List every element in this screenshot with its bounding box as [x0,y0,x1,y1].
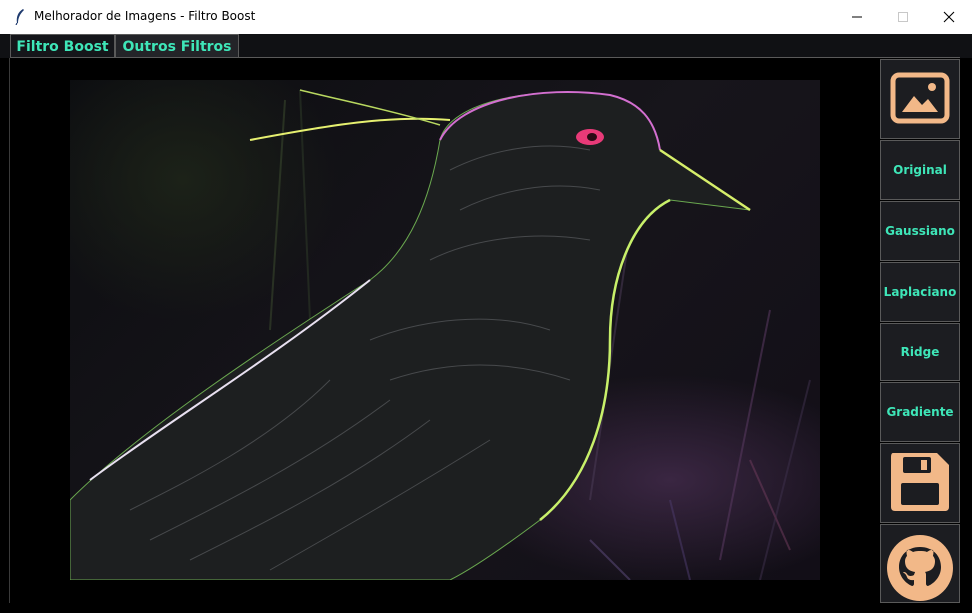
minimize-button[interactable] [834,0,880,34]
feather-icon [12,9,28,25]
window-title: Melhorador de Imagens - Filtro Boost [34,9,256,23]
gradiente-button[interactable]: Gradiente [880,382,960,442]
gaussiano-button[interactable]: Gaussiano [880,201,960,261]
github-icon [885,533,955,602]
bottom-margin [0,603,972,613]
laplaciano-button[interactable]: Laplaciano [880,262,960,322]
filtered-image [70,80,820,580]
tab-outros-filtros[interactable]: Outros Filtros [115,34,239,58]
close-button[interactable] [926,0,972,34]
filter-toolbar: Original Gaussiano Laplaciano Ridge Grad… [880,58,962,603]
image-icon [890,72,950,127]
floppy-disk-icon [887,449,953,518]
image-panel [10,58,880,603]
ridge-button[interactable]: Ridge [880,323,960,381]
tab-strip: Filtro Boost Outros Filtros [0,34,972,58]
github-button[interactable] [880,524,960,603]
original-button[interactable]: Original [880,140,960,200]
save-button[interactable] [880,443,960,523]
maximize-button[interactable] [880,0,926,34]
title-bar: Melhorador de Imagens - Filtro Boost [0,0,972,35]
tab-filtro-boost[interactable]: Filtro Boost [10,34,115,58]
open-image-button[interactable] [880,59,960,139]
